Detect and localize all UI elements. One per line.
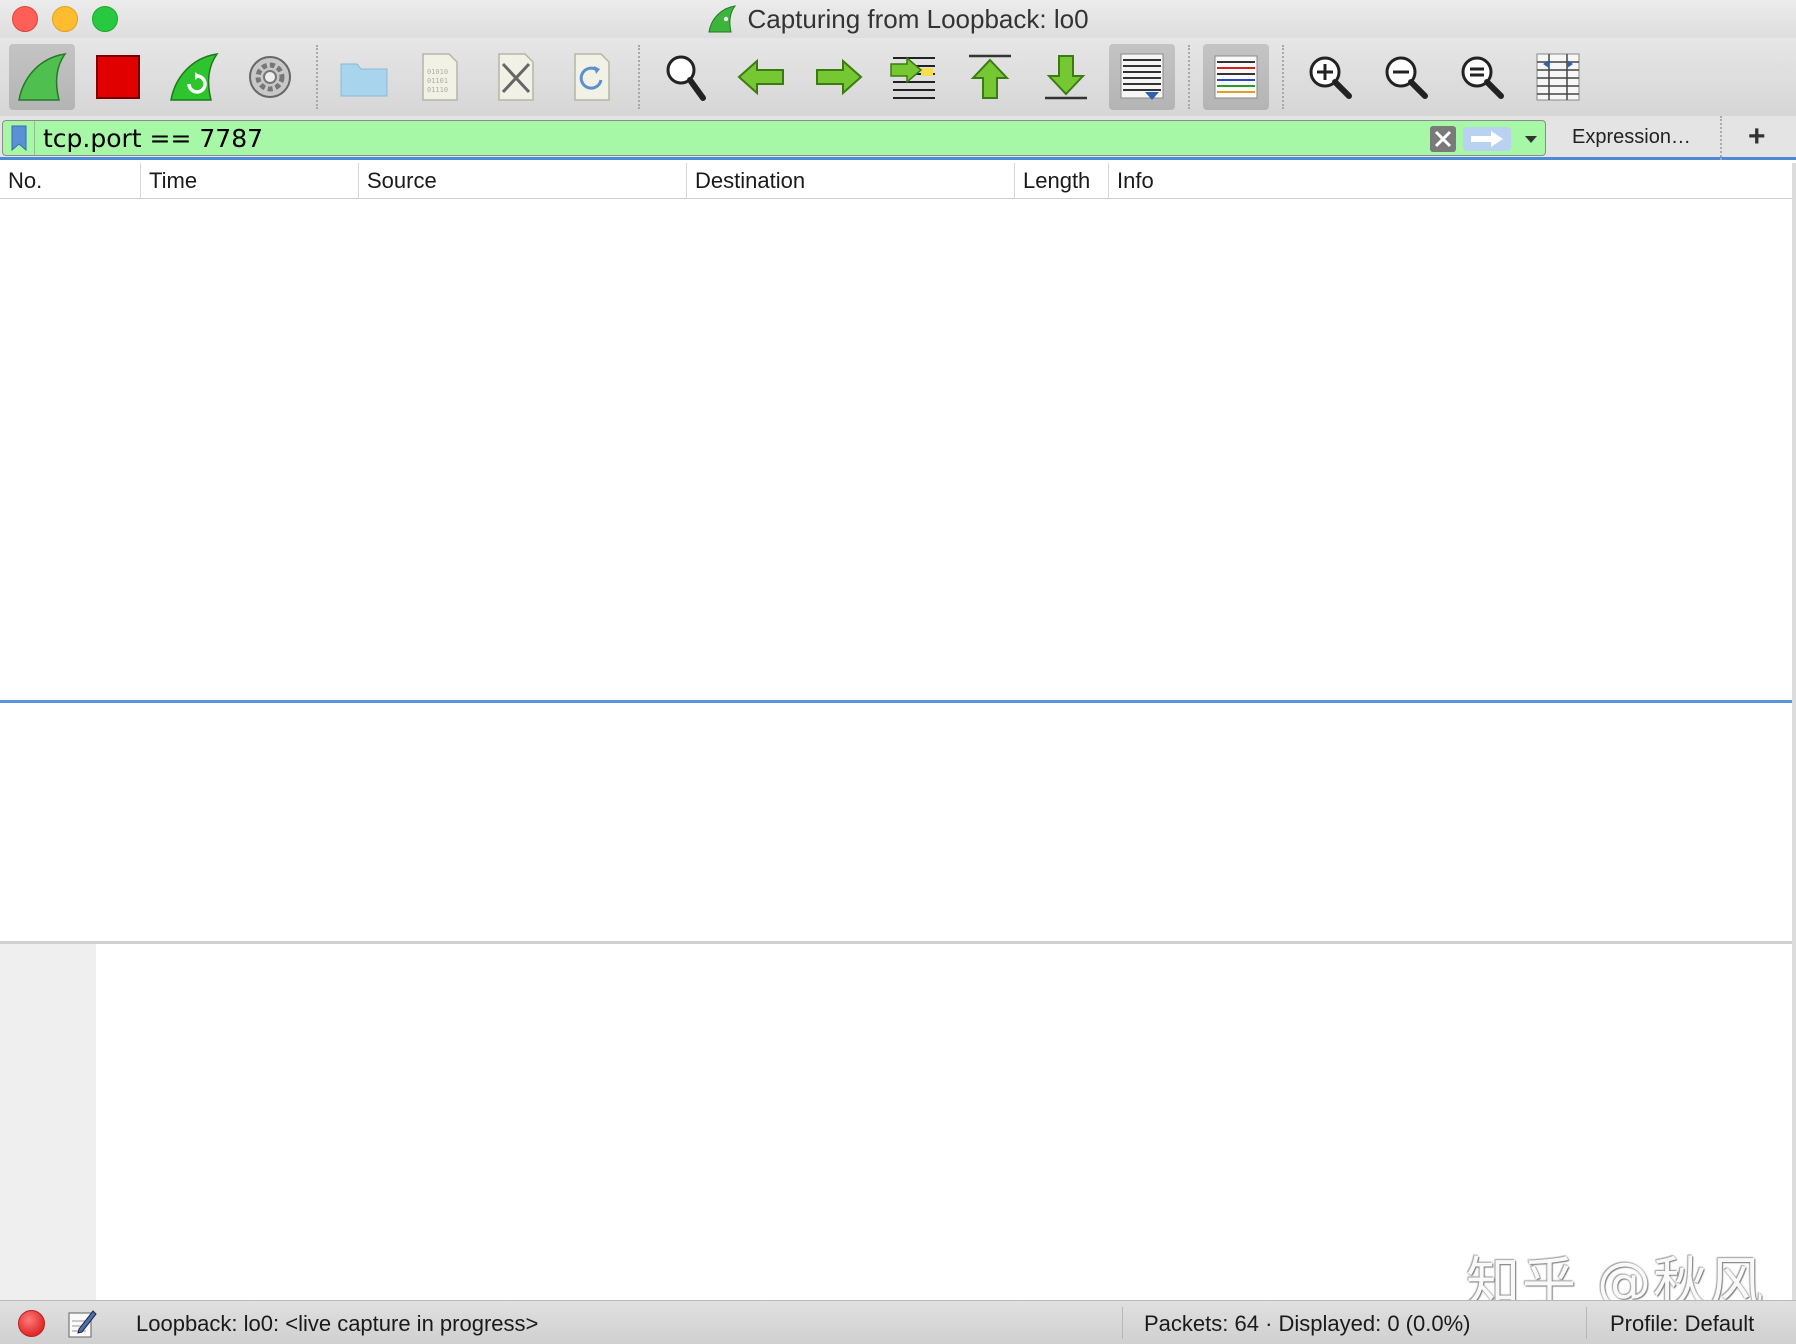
capture-comment-icon[interactable] xyxy=(66,1307,98,1339)
save-file-icon: 01010 01101 01110 xyxy=(422,53,458,101)
zoom-in-icon xyxy=(1309,56,1352,99)
display-filter-field xyxy=(2,120,1546,156)
open-folder-icon xyxy=(340,63,388,97)
main-toolbar: 01010 01101 01110 xyxy=(0,38,1796,116)
go-forward-button[interactable] xyxy=(805,44,871,110)
go-back-arrow-icon xyxy=(737,58,784,96)
svg-text:01110: 01110 xyxy=(427,86,448,94)
first-packet-button[interactable] xyxy=(957,44,1023,110)
filter-history-dropdown-icon[interactable] xyxy=(1521,129,1541,149)
open-file-button[interactable] xyxy=(331,44,397,110)
wireshark-fin-icon xyxy=(708,5,737,33)
autoscroll-icon xyxy=(1120,53,1164,100)
capture-options-gear-icon xyxy=(249,56,291,98)
packet-bytes-offset-gutter xyxy=(0,944,96,1300)
reload-file-icon xyxy=(574,53,610,101)
find-magnifier-icon xyxy=(666,55,706,101)
normal-size-icon xyxy=(1461,56,1504,99)
last-packet-icon xyxy=(1045,55,1087,100)
clear-filter-icon[interactable] xyxy=(1429,125,1457,153)
window-close-button[interactable] xyxy=(12,6,38,32)
first-packet-icon xyxy=(969,54,1011,99)
packet-count-text: Packets: 64 · Displayed: 0 (0.0%) xyxy=(1144,1311,1471,1336)
shark-fin-start-icon xyxy=(18,52,67,101)
window-title-text: Capturing from Loopback: lo0 xyxy=(747,3,1089,34)
zoom-out-icon xyxy=(1385,56,1428,99)
capture-options-button[interactable] xyxy=(237,44,303,110)
column-header-no[interactable]: No. xyxy=(0,163,140,199)
capture-status-text: Loopback: lo0: <live capture in progress… xyxy=(136,1311,539,1336)
profile-switcher[interactable]: Profile: Default xyxy=(1610,1311,1754,1337)
go-to-packet-icon xyxy=(890,56,935,99)
toolbar-separator xyxy=(1282,45,1284,109)
column-header-time[interactable]: Time xyxy=(140,163,358,199)
expression-button[interactable]: Expression… xyxy=(1572,126,1691,149)
restart-capture-button[interactable] xyxy=(161,44,227,110)
display-filter-bar: Expression… + xyxy=(0,116,1796,160)
colorize-button[interactable] xyxy=(1203,44,1269,110)
save-file-button[interactable]: 01010 01101 01110 xyxy=(407,44,473,110)
expert-info-icon[interactable] xyxy=(18,1310,45,1337)
window-maximize-button[interactable] xyxy=(92,6,118,32)
stop-square-icon xyxy=(96,55,140,99)
wireshark-window: Capturing from Loopback: lo0 01010 01101… xyxy=(0,0,1796,1344)
packet-list-header: No. Time Source Destination Length Info xyxy=(0,163,1796,199)
zoom-in-button[interactable] xyxy=(1297,44,1363,110)
stop-capture-button[interactable] xyxy=(85,44,151,110)
toolbar-separator xyxy=(316,45,318,109)
toolbar-separator xyxy=(638,45,640,109)
window-minimize-button[interactable] xyxy=(52,6,78,32)
column-header-destination[interactable]: Destination xyxy=(686,163,1014,199)
add-filter-button[interactable]: + xyxy=(1748,120,1766,154)
status-bar: Loopback: lo0: <live capture in progress… xyxy=(0,1300,1796,1344)
filter-bookmark-button[interactable] xyxy=(3,121,35,155)
normal-size-button[interactable] xyxy=(1449,44,1515,110)
window-title: Capturing from Loopback: lo0 xyxy=(707,3,1089,35)
svg-text:01101: 01101 xyxy=(427,77,448,85)
go-back-button[interactable] xyxy=(729,44,795,110)
close-file-button[interactable] xyxy=(483,44,549,110)
column-header-info[interactable]: Info xyxy=(1108,163,1792,199)
resize-columns-button[interactable] xyxy=(1525,44,1591,110)
colorize-icon xyxy=(1214,55,1258,99)
go-forward-arrow-icon xyxy=(816,58,863,96)
apply-filter-arrow-icon[interactable] xyxy=(1463,127,1511,151)
status-separator xyxy=(1586,1307,1587,1339)
toolbar-separator xyxy=(1188,45,1190,109)
title-bar: Capturing from Loopback: lo0 xyxy=(0,0,1796,38)
packet-list-pane[interactable] xyxy=(0,199,1796,699)
column-header-length[interactable]: Length xyxy=(1014,163,1108,199)
go-to-packet-button[interactable] xyxy=(881,44,947,110)
reload-file-button[interactable] xyxy=(559,44,625,110)
column-header-source[interactable]: Source xyxy=(358,163,686,199)
filter-separator xyxy=(1720,116,1722,160)
close-file-icon xyxy=(498,53,534,101)
last-packet-button[interactable] xyxy=(1033,44,1099,110)
packet-details-pane[interactable] xyxy=(0,703,1796,941)
bookmark-icon xyxy=(11,125,26,151)
start-capture-button[interactable] xyxy=(9,44,75,110)
find-packet-button[interactable] xyxy=(653,44,719,110)
status-separator xyxy=(1122,1307,1123,1339)
svg-text:01010: 01010 xyxy=(427,68,448,76)
restart-capture-icon xyxy=(170,52,219,101)
resize-columns-icon xyxy=(1536,53,1580,101)
display-filter-input[interactable] xyxy=(43,121,1423,155)
autoscroll-button[interactable] xyxy=(1109,44,1175,110)
zoom-out-button[interactable] xyxy=(1373,44,1439,110)
vertical-scrollbar[interactable] xyxy=(1792,163,1796,1300)
